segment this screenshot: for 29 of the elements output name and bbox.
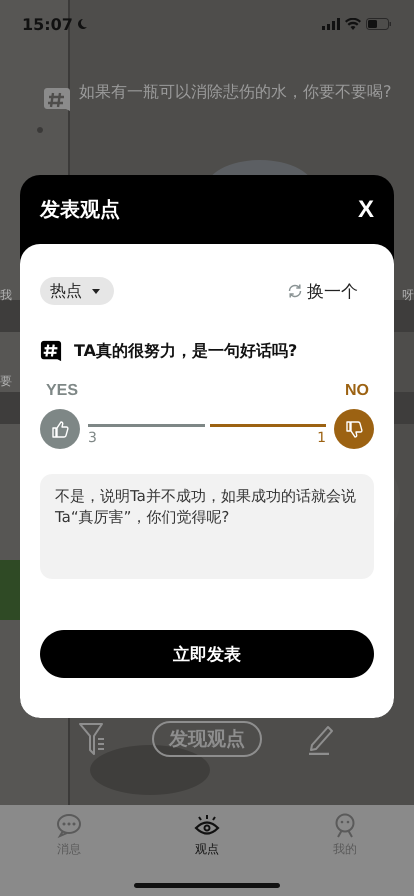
- refresh-icon: [287, 283, 303, 299]
- caret-icon: [92, 288, 100, 294]
- vote-count: 1: [317, 428, 326, 446]
- submit-button[interactable]: 立即发表: [40, 630, 374, 678]
- dialog-title: 发表观点: [40, 196, 120, 223]
- vote-label: YES: [46, 382, 78, 400]
- wifi-icon: [345, 18, 361, 30]
- refresh-button[interactable]: 换一个: [287, 280, 358, 302]
- thumbs-up-button[interactable]: [40, 409, 80, 449]
- tab[interactable]: 观点: [177, 813, 237, 858]
- comment-text: 要: [0, 372, 12, 390]
- signal-icon: [322, 18, 340, 30]
- clock-time: 15:07: [22, 14, 73, 34]
- hashtag-icon: [40, 340, 62, 362]
- moon-icon: [76, 18, 88, 30]
- category-dropdown[interactable]: 热点: [40, 277, 114, 305]
- vote-label: NO: [345, 382, 369, 400]
- comment-text: 我: [0, 286, 12, 304]
- battery-icon: [366, 18, 392, 30]
- question-text: 如果有一瓶可以消除悲伤的水，你要不要喝?: [79, 81, 392, 103]
- comment-text: 呀: [402, 286, 414, 304]
- thumbs-down-button[interactable]: [334, 409, 374, 449]
- chat-bubble-icon: [56, 813, 82, 839]
- vote-count: 3: [88, 428, 97, 446]
- close-button[interactable]: X: [358, 196, 374, 224]
- answer-box[interactable]: 不是，说明Ta并不成功，如果成功的话就会说Ta“真厉害”，你们觉得呢?: [40, 474, 374, 579]
- hashtag-icon: [43, 86, 71, 114]
- pencil-icon[interactable]: [306, 723, 336, 755]
- question-text: TA真的很努力，是一句好话吗?: [74, 340, 298, 362]
